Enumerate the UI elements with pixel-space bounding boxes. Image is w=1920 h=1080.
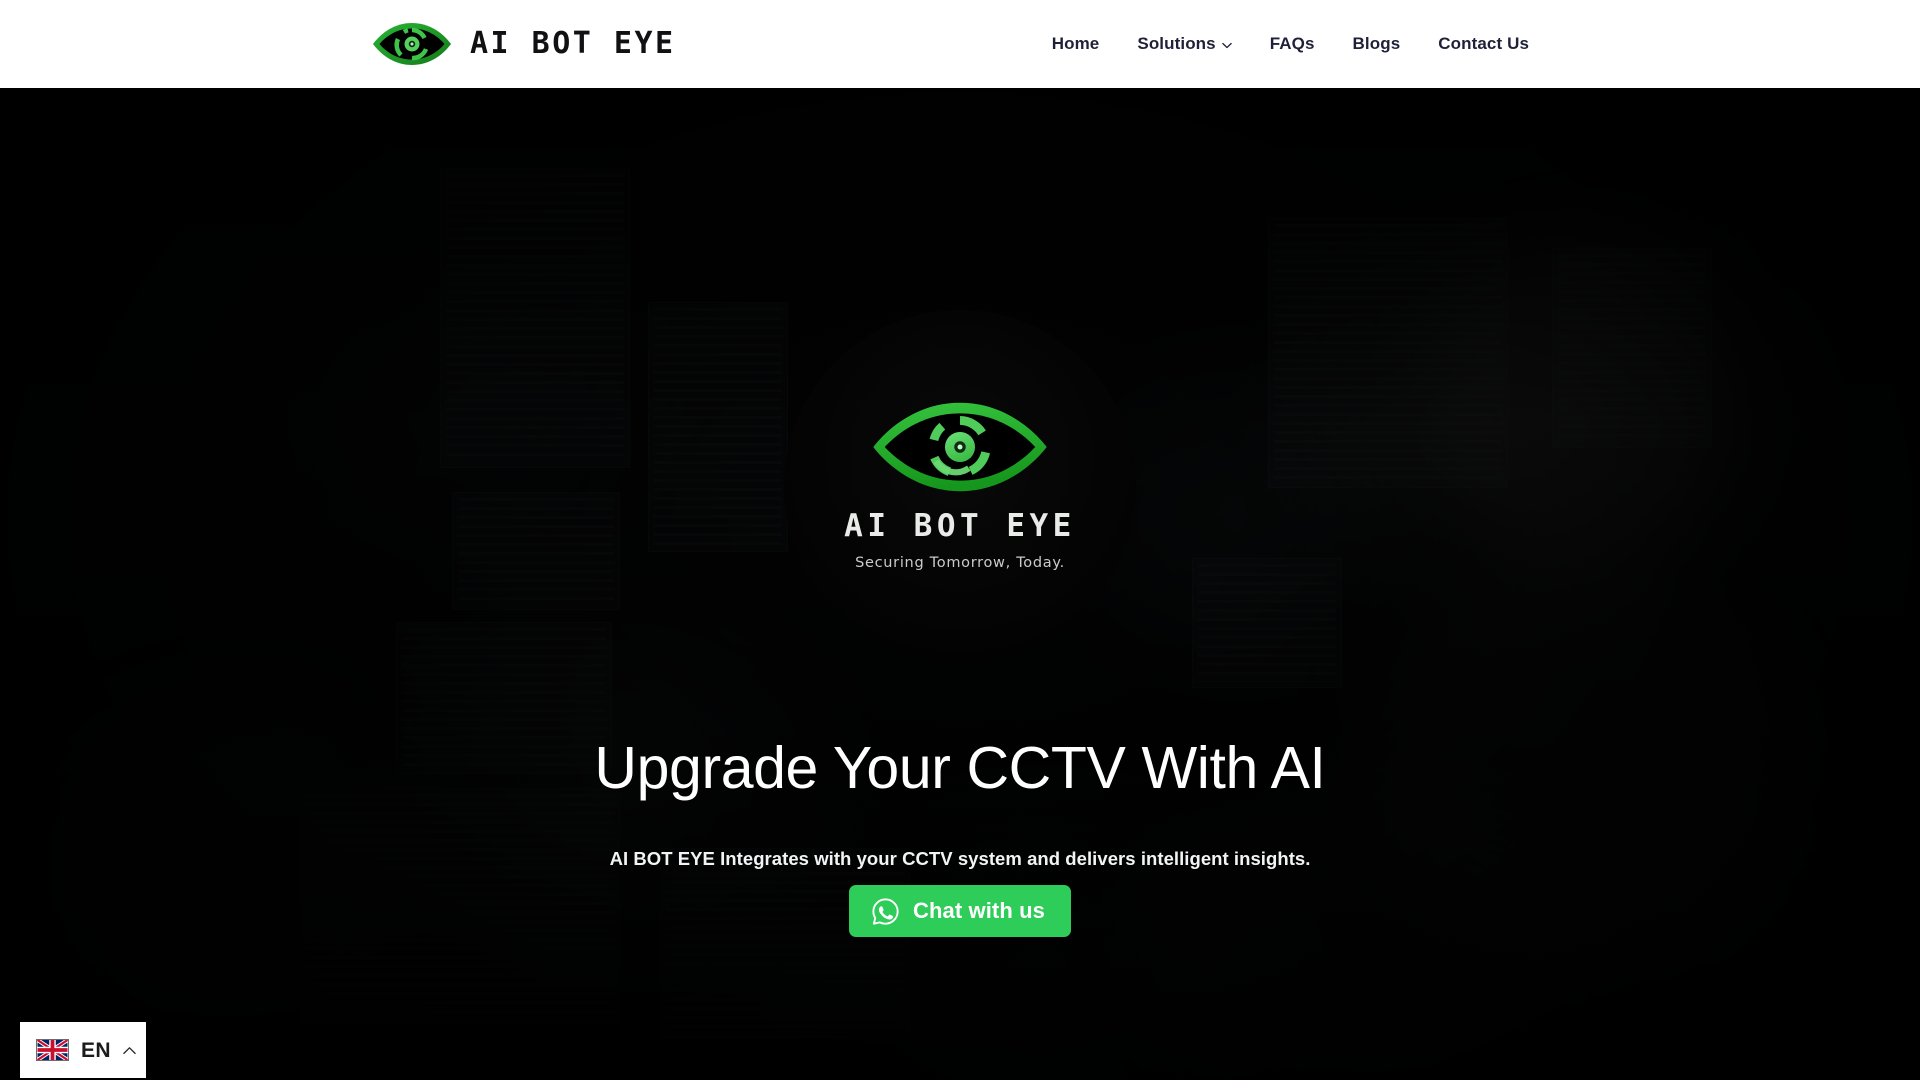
site-header: AI BOT EYE Home Solutions FAQs Blogs Con… — [0, 0, 1920, 88]
uk-flag-icon — [36, 1039, 69, 1061]
chevron-down-icon — [1221, 39, 1232, 49]
whatsapp-icon — [871, 897, 900, 926]
nav-contact-us-label: Contact Us — [1438, 34, 1529, 53]
hero-badge-tagline: Securing Tomorrow, Today. — [855, 555, 1065, 572]
eye-logo-icon — [869, 401, 1051, 511]
page-title: Upgrade Your CCTV With AI — [594, 735, 1326, 801]
nav-blogs-label: Blogs — [1352, 34, 1401, 53]
hero-section: AI BOT EYE Securing Tomorrow, Today. Upg… — [0, 88, 1920, 1080]
hero-subtitle: AI BOT EYE Integrates with your CCTV sys… — [609, 848, 1311, 869]
nav-solutions[interactable]: Solutions — [1118, 34, 1250, 54]
nav-faqs-label: FAQs — [1269, 34, 1315, 53]
hero-content: AI BOT EYE Securing Tomorrow, Today. Upg… — [0, 88, 1920, 1080]
hero-badge-title: AI BOT EYE — [844, 508, 1076, 545]
brand-name: AI BOT EYE — [470, 26, 676, 61]
chevron-up-icon — [123, 1046, 136, 1055]
nav-contact-us[interactable]: Contact Us — [1419, 34, 1548, 54]
chat-with-us-button[interactable]: Chat with us — [849, 885, 1071, 937]
language-code: EN — [81, 1038, 111, 1062]
nav-home-label: Home — [1051, 34, 1100, 53]
chat-with-us-label: Chat with us — [913, 898, 1045, 923]
nav-home[interactable]: Home — [1033, 34, 1119, 54]
hero-logo-badge: AI BOT EYE Securing Tomorrow, Today. — [784, 310, 1136, 662]
language-switcher[interactable]: EN — [20, 1022, 146, 1078]
nav-faqs[interactable]: FAQs — [1251, 34, 1334, 54]
nav-blogs[interactable]: Blogs — [1334, 34, 1420, 54]
eye-logo-icon — [372, 19, 452, 69]
brand-logo-link[interactable]: AI BOT EYE — [372, 19, 676, 69]
nav-solutions-label: Solutions — [1137, 34, 1216, 53]
main-navigation: Home Solutions FAQs Blogs Contact Us — [1033, 34, 1548, 54]
